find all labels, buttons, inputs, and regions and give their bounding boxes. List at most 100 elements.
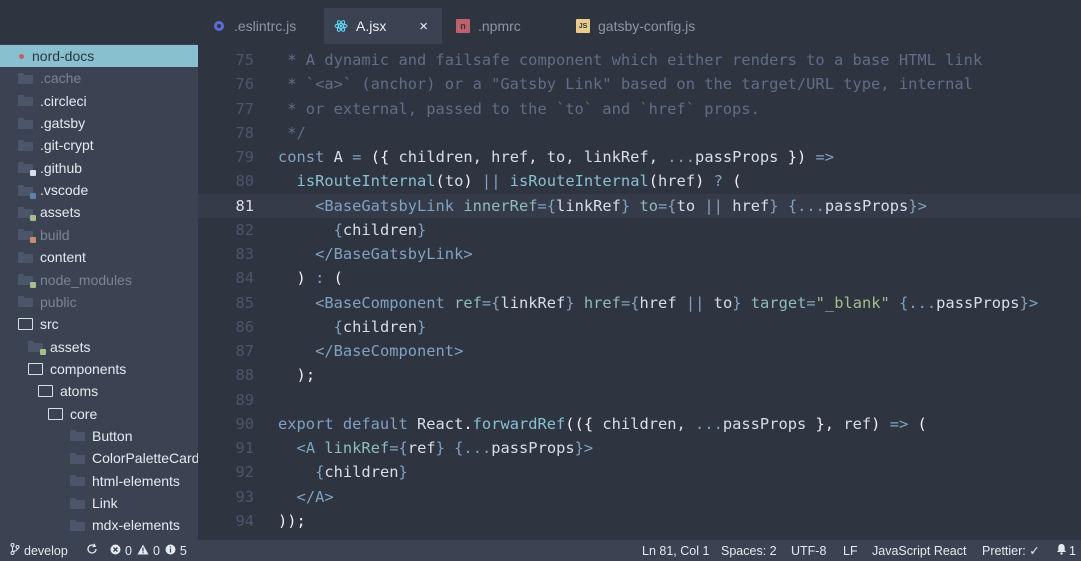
close-icon[interactable]: × [419, 18, 428, 35]
code-line[interactable]: 93 </A> [198, 485, 1081, 509]
error-icon [110, 544, 121, 558]
tree-item[interactable]: .gatsby [0, 112, 198, 134]
eol-setting[interactable]: LF [843, 540, 858, 561]
code-token: )); [278, 511, 306, 530]
code-token: || [685, 293, 714, 312]
code-token: { [398, 439, 408, 457]
problems-indicator[interactable]: 0 0 5 [110, 540, 187, 561]
code-line[interactable]: 75 * A dynamic and failsafe component wh… [198, 48, 1081, 72]
code-token: = [389, 439, 399, 457]
tab-eslintrc[interactable]: .eslintrc.js [198, 8, 324, 44]
code-line[interactable]: 77 * or external, passed to the `to` and… [198, 97, 1081, 121]
info-icon [165, 544, 176, 558]
status-bar: develop 0 0 5 Ln 81, Col 1 Spaces: 2 UTF… [0, 540, 1081, 561]
tree-item[interactable]: .github [0, 157, 198, 179]
code-token: (({ [565, 414, 603, 433]
tree-item[interactable]: core [0, 403, 198, 425]
js-icon: JS [576, 19, 590, 33]
tree-item[interactable]: assets [0, 201, 198, 223]
code-token: ( [435, 172, 445, 191]
cursor-position[interactable]: Ln 81, Col 1 [642, 540, 709, 561]
code-line[interactable]: 79 const A = ({ children, href, to, linkR… [198, 145, 1081, 169]
tree-item[interactable]: content [0, 246, 198, 268]
code-line[interactable]: 85 <BaseComponent ref={linkRef} href={hr… [198, 291, 1081, 315]
tree-item[interactable]: atoms [0, 380, 198, 402]
tree-item-label: .git-crypt [40, 137, 94, 154]
code-line[interactable]: 94)); [198, 509, 1081, 533]
code-text: <BaseGatsbyLink innerRef={linkRef} to={t… [278, 194, 927, 218]
tree-item[interactable]: .circleci [0, 90, 198, 112]
tree-item[interactable]: node_modules [0, 269, 198, 291]
code-line[interactable]: 92 {children} [198, 460, 1081, 484]
code-text: * `<a>` (anchor) or a "Gatsby Link" base… [278, 72, 973, 96]
line-number: 78 [235, 123, 254, 142]
folder-icon [18, 95, 33, 107]
tab-npmrc[interactable]: n .npmrc [442, 8, 562, 44]
tree-item[interactable]: nord-docs [0, 45, 198, 67]
warning-count: 0 [152, 543, 160, 558]
code-line[interactable]: 76 * `<a>` (anchor) or a "Gatsby Link" b… [198, 72, 1081, 96]
code-line[interactable]: 80 isRouteInternal(to) || isRouteInterna… [198, 169, 1081, 193]
modified-dot-icon [19, 53, 24, 59]
code-line[interactable]: 89 [198, 388, 1081, 412]
code-line[interactable]: 88 ); [198, 363, 1081, 387]
code-token: ( [333, 269, 343, 288]
notifications-button[interactable]: 1 [1056, 540, 1076, 561]
code-text: {children} [278, 315, 427, 339]
code-line[interactable]: 87 </BaseComponent> [198, 339, 1081, 363]
tree-item[interactable]: Link [0, 492, 198, 514]
tree-item[interactable]: assets [0, 336, 198, 358]
code-token: linkRef [324, 439, 390, 457]
code-line[interactable]: 86 {children} [198, 315, 1081, 339]
code-token: ... [695, 414, 723, 433]
code-line[interactable]: 83 </BaseGatsbyLink> [198, 242, 1081, 266]
code-token: children [342, 220, 418, 239]
tree-item[interactable]: .vscode [0, 179, 198, 201]
code-text: ); [278, 363, 316, 387]
tree-item[interactable]: src [0, 313, 198, 335]
code-line[interactable]: 84 ) : ( [198, 266, 1081, 290]
indentation-setting[interactable]: Spaces: 2 [721, 540, 777, 561]
code-token: = [481, 293, 492, 312]
code-token: ref [454, 293, 482, 312]
tab-label: gatsby-config.js [598, 18, 696, 34]
sync-button[interactable] [86, 540, 98, 561]
tree-item-label: .circleci [40, 92, 87, 109]
code-line[interactable]: 78 */ [198, 121, 1081, 145]
tree-item[interactable]: components [0, 358, 198, 380]
code-token: innerRef [463, 196, 538, 215]
branch-indicator[interactable]: develop [10, 540, 68, 561]
tree-item[interactable]: .git-crypt [0, 134, 198, 156]
tree-item[interactable]: html-elements [0, 470, 198, 492]
folder-icon [18, 296, 33, 308]
tree-item[interactable]: Button [0, 425, 198, 447]
folder-icon [70, 475, 85, 487]
prettier-status[interactable]: Prettier: ✓ [982, 540, 1040, 561]
folder-icon [70, 497, 85, 509]
tree-item[interactable]: build [0, 224, 198, 246]
code-token: > [1028, 293, 1039, 312]
tree-item[interactable]: public [0, 291, 198, 313]
code-token: } [1019, 293, 1029, 312]
tree-item[interactable]: ColorPaletteCard [0, 447, 198, 469]
folder-badge-icon [30, 237, 36, 244]
code-line[interactable]: 90 export default React.forwardRef(({ chi… [198, 412, 1081, 436]
encoding-setting[interactable]: UTF-8 [791, 540, 826, 561]
code-line[interactable]: 81 <BaseGatsbyLink innerRef={linkRef} to… [198, 193, 1081, 218]
code-line[interactable]: 82 {children} [198, 218, 1081, 242]
code-token: } { [435, 439, 464, 457]
tree-item[interactable]: .cache [0, 67, 198, 89]
tab-gatsby-config[interactable]: JS gatsby-config.js [562, 8, 732, 44]
tree-item[interactable]: mdx-elements [0, 514, 198, 536]
tab-a-jsx[interactable]: A.jsx × [324, 8, 442, 44]
code-line[interactable]: 91 <A linkRef={ref} {...passProps}> [198, 436, 1081, 460]
code-editor[interactable]: 75 * A dynamic and failsafe component wh… [198, 44, 1081, 540]
tree-item-label: content [40, 249, 86, 266]
code-token: <A [296, 439, 325, 457]
language-mode[interactable]: JavaScript React [872, 540, 966, 561]
code-token: } [620, 196, 640, 215]
